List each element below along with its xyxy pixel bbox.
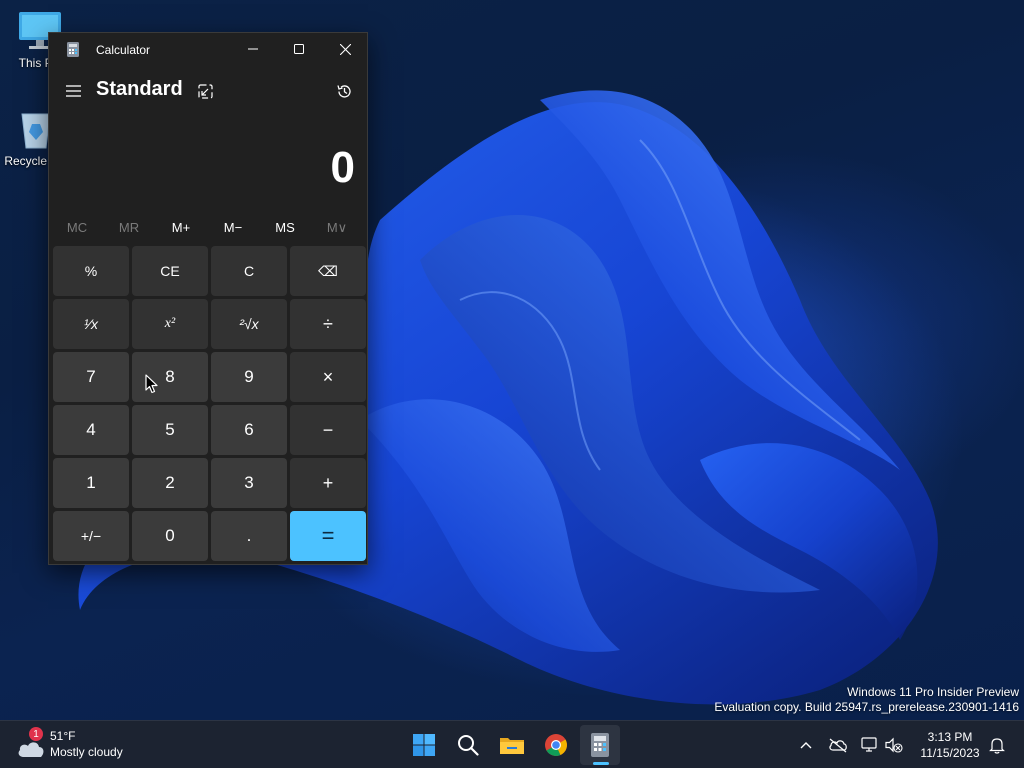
digit-4-button[interactable]: 4 (53, 405, 129, 455)
square-root-button[interactable]: ²√x (211, 299, 287, 349)
navigation-menu-button[interactable] (61, 79, 85, 103)
windows-logo-icon (413, 734, 435, 756)
bell-icon (989, 737, 1005, 754)
keep-on-top-button[interactable] (193, 79, 217, 103)
clock-time: 3:13 PM (927, 730, 973, 744)
digit-6-button[interactable]: 6 (211, 405, 287, 455)
watermark-line-2: Evaluation copy. Build 25947.rs_prerelea… (714, 700, 1019, 714)
equals-button[interactable]: = (290, 511, 366, 561)
chevron-up-icon (800, 742, 812, 749)
keep-on-top-icon (197, 83, 213, 99)
maximize-button[interactable] (276, 33, 322, 65)
minimize-button[interactable] (230, 33, 276, 65)
memory-list-button[interactable]: M∨ (311, 220, 363, 236)
calculator-taskbar-button[interactable] (580, 725, 620, 765)
memory-row: MC MR M+ M− MS M∨ (49, 216, 367, 240)
window-title: Calculator (96, 43, 151, 57)
add-button[interactable]: + (290, 458, 366, 508)
negate-button[interactable]: +/− (53, 511, 129, 561)
memory-clear-button[interactable]: MC (51, 220, 103, 235)
mouse-cursor-icon (145, 374, 158, 394)
maximize-icon (294, 44, 304, 54)
history-button[interactable] (332, 79, 356, 103)
folder-icon (500, 738, 524, 754)
minimize-icon (248, 48, 258, 50)
cloud-offline-icon (829, 738, 847, 753)
result-display: 0 (330, 143, 355, 192)
chrome-icon (545, 734, 567, 756)
weather-temperature: 51°F (50, 729, 76, 743)
digit-5-button[interactable]: 5 (132, 405, 208, 455)
file-explorer-button[interactable] (492, 725, 532, 765)
digit-1-button[interactable]: 1 (53, 458, 129, 508)
network-button[interactable] (860, 735, 880, 755)
percent-button[interactable]: % (53, 246, 129, 296)
digit-3-button[interactable]: 3 (211, 458, 287, 508)
cloud-icon (18, 742, 44, 757)
digit-8-button[interactable]: 8 (132, 352, 208, 402)
search-icon (458, 735, 479, 756)
notifications-button[interactable] (987, 735, 1007, 755)
hamburger-icon (65, 85, 81, 97)
close-icon (339, 43, 351, 55)
memory-add-button[interactable]: M+ (155, 220, 207, 235)
divide-button[interactable]: ÷ (290, 299, 366, 349)
weather-condition: Mostly cloudy (50, 745, 123, 759)
system-clock[interactable]: 3:13 PM 11/15/2023 (912, 729, 988, 761)
calculator-window[interactable]: Calculator Standard 0 MC MR M+ M− MS M∨ … (48, 32, 368, 565)
clock-date: 11/15/2023 (920, 746, 980, 760)
decimal-button[interactable]: . (211, 511, 287, 561)
memory-subtract-button[interactable]: M− (207, 220, 259, 235)
search-button[interactable] (448, 725, 488, 765)
backspace-button[interactable]: ⌫ (290, 246, 366, 296)
calculator-app-icon (67, 42, 79, 57)
weather-widget[interactable]: 1 51°F Mostly cloudy (14, 727, 154, 763)
show-hidden-icons-button[interactable] (796, 735, 816, 755)
volume-button[interactable] (884, 735, 904, 755)
clear-button[interactable]: C (211, 246, 287, 296)
taskbar: 1 51°F Mostly cloudy 3:13 PM 11/15/2023 (0, 720, 1024, 768)
multiply-button[interactable]: × (290, 352, 366, 402)
square-button[interactable]: x² (132, 299, 208, 349)
close-button[interactable] (322, 33, 368, 65)
volume-muted-icon (885, 737, 903, 753)
memory-recall-button[interactable]: MR (103, 220, 155, 235)
active-app-indicator (593, 762, 609, 765)
title-bar[interactable]: Calculator (49, 33, 367, 65)
start-button[interactable] (404, 725, 444, 765)
evaluation-watermark: Windows 11 Pro Insider Preview Evaluatio… (714, 685, 1019, 715)
clear-entry-button[interactable]: CE (132, 246, 208, 296)
digit-7-button[interactable]: 7 (53, 352, 129, 402)
digit-0-button[interactable]: 0 (132, 511, 208, 561)
navigation-row: Standard (49, 73, 367, 109)
calculator-mode-title: Standard (96, 78, 183, 100)
reciprocal-button[interactable]: ¹⁄x (53, 299, 129, 349)
weather-notification-badge: 1 (29, 727, 43, 741)
chrome-button[interactable] (536, 725, 576, 765)
watermark-line-1: Windows 11 Pro Insider Preview (847, 685, 1019, 699)
memory-store-button[interactable]: MS (259, 220, 311, 235)
calculator-icon (591, 733, 609, 757)
digit-9-button[interactable]: 9 (211, 352, 287, 402)
digit-2-button[interactable]: 2 (132, 458, 208, 508)
onedrive-button[interactable] (828, 735, 848, 755)
network-icon (861, 737, 877, 752)
history-icon (336, 84, 351, 98)
subtract-button[interactable]: − (290, 405, 366, 455)
